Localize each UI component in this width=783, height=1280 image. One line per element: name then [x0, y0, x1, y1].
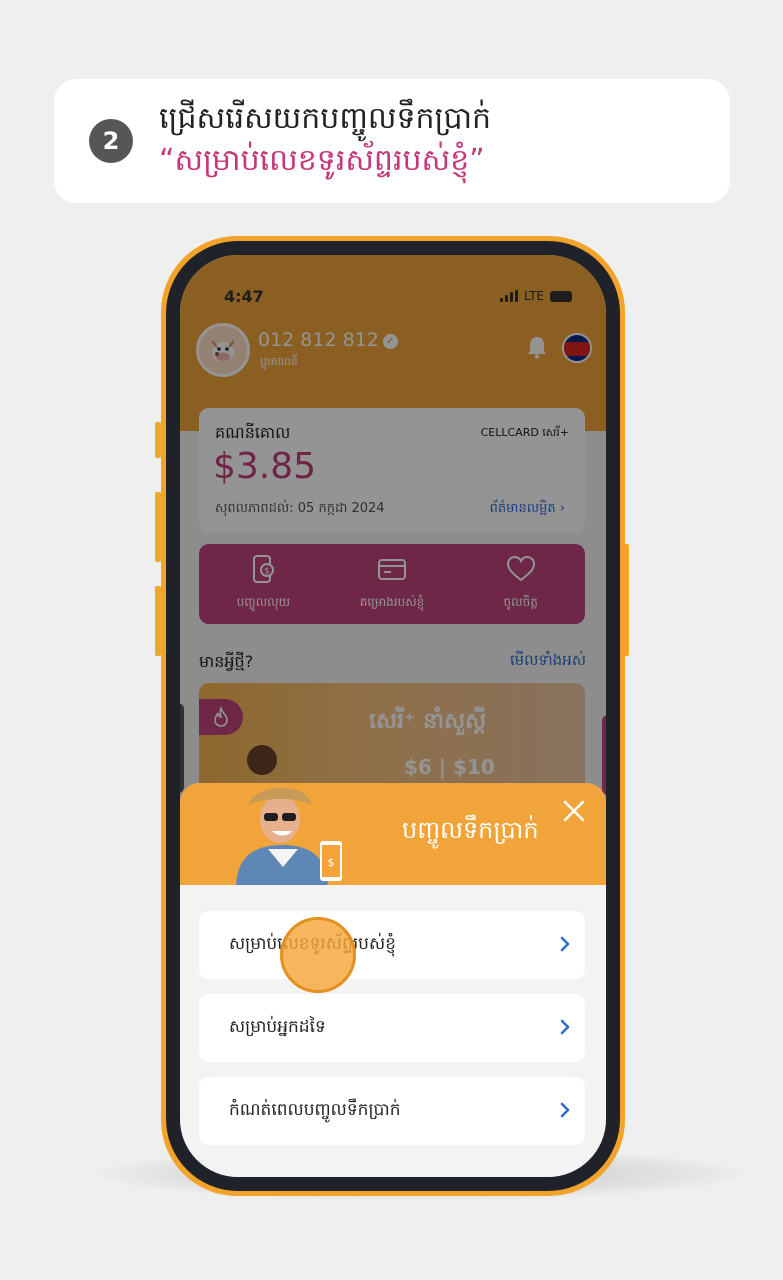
chevron-right-icon — [560, 1019, 570, 1035]
option-scheduled-topup-label: កំណត់ពេលបញ្ចូលទឹកប្រាក់ — [229, 1100, 401, 1120]
step-instruction: ជ្រើសរើសយកបញ្ចូលទឹកប្រាក់ — [159, 101, 492, 136]
sheet-header: $ បញ្ចូលទឹកប្រាក់ — [180, 783, 606, 885]
option-my-number[interactable]: សម្រាប់លេខទូរស័ព្ទរបស់ខ្ញុំ — [199, 911, 585, 979]
option-scheduled-topup[interactable]: កំណត់ពេលបញ្ចូលទឹកប្រាក់ — [199, 1077, 585, 1145]
sheet-title: បញ្ចូលទឹកប្រាក់ — [402, 816, 539, 844]
phone-screen: 4:47 LTE 012 812 812 ✓ ប្តូរគណនី គណនីគោល… — [180, 255, 606, 1177]
promo-man-illustration: $ — [236, 787, 342, 885]
instruction-card: 2 ជ្រើសរើសយកបញ្ចូលទឹកប្រាក់ “សម្រាប់លេខទ… — [54, 79, 730, 203]
phone-bezel: 4:47 LTE 012 812 812 ✓ ប្តូរគណនី គណនីគោល… — [166, 241, 620, 1191]
phone-frame: 4:47 LTE 012 812 812 ✓ ប្តូរគណនី គណនីគោល… — [161, 236, 625, 1196]
close-icon[interactable] — [560, 797, 588, 825]
option-for-others-label: សម្រាប់អ្នកដទៃ — [229, 1017, 326, 1037]
topup-bottom-sheet: $ បញ្ចូលទឹកប្រាក់ សម្រាប់លេខទូរស័ព្ទរបស់… — [180, 783, 606, 1177]
chevron-right-icon — [560, 1102, 570, 1118]
step-number-badge: 2 — [89, 119, 133, 163]
tap-indicator — [280, 917, 356, 993]
option-for-others[interactable]: សម្រាប់អ្នកដទៃ — [199, 994, 585, 1062]
step-highlight-option: “សម្រាប់លេខទូរស័ព្ទរបស់ខ្ញុំ” — [159, 143, 485, 178]
svg-text:$: $ — [328, 856, 335, 869]
chevron-right-icon — [560, 936, 570, 952]
